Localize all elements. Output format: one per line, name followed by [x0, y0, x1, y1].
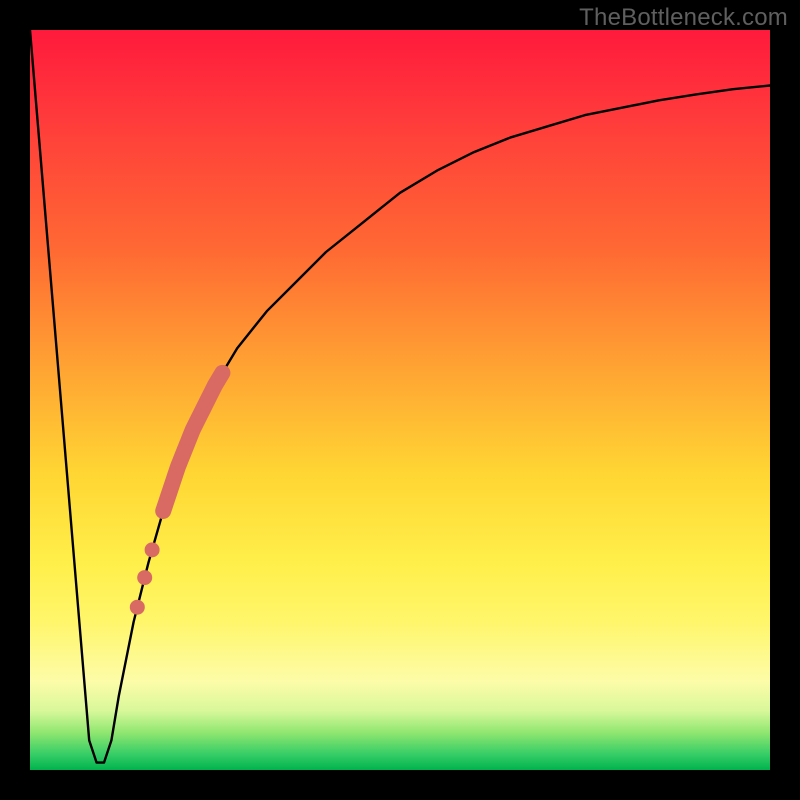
- highlight-dot: [145, 542, 160, 557]
- highlight-dot: [137, 570, 152, 585]
- watermark-text: TheBottleneck.com: [579, 4, 788, 32]
- chart-frame: TheBottleneck.com: [0, 0, 800, 800]
- highlight-dots: [130, 542, 160, 614]
- highlight-dot: [130, 600, 145, 615]
- bottleneck-curve-path: [30, 30, 770, 763]
- highlight-segment-path: [163, 373, 222, 511]
- curve-svg: [30, 30, 770, 770]
- plot-area: [30, 30, 770, 770]
- curve-layer: [30, 30, 770, 763]
